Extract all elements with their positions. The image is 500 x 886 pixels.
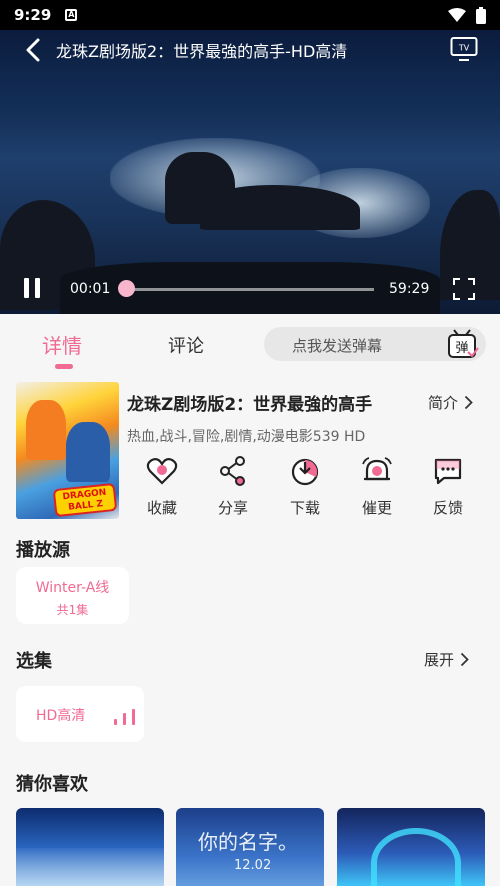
- chevron-right-icon: [464, 395, 473, 410]
- rock: [200, 185, 360, 230]
- total-time: 59:29: [389, 281, 430, 297]
- feedback-button[interactable]: 反馈: [418, 456, 478, 518]
- intro-label: 简介: [428, 394, 459, 412]
- download-icon: [291, 458, 319, 486]
- video-title: 龙珠Z剧场版2：世界最強的高手: [127, 395, 373, 415]
- video-tags: 热血,战斗,冒险,剧情,动漫电影539 HD: [127, 429, 366, 445]
- recommend-caption: 你的名字。: [198, 830, 298, 854]
- poster-logo: DRAGON BALL Z: [52, 482, 118, 518]
- back-arrow-icon: [26, 38, 40, 62]
- cast-tv-button[interactable]: TV: [450, 36, 478, 62]
- danmaku-icon: 弹: [448, 329, 479, 358]
- recommend-item[interactable]: 你的名字。 12.02: [176, 808, 324, 886]
- intro-link[interactable]: 简介: [428, 392, 473, 413]
- favorite-button[interactable]: 收藏: [132, 456, 192, 518]
- danmaku-send-button[interactable]: 弹: [444, 327, 480, 361]
- tab-indicator: [55, 364, 73, 369]
- progress-bar[interactable]: [126, 288, 374, 291]
- recommend-title: 猜你喜欢: [16, 774, 88, 795]
- status-icons: [448, 7, 486, 24]
- expand-label: 展开: [424, 651, 455, 669]
- battery-icon: [476, 7, 486, 24]
- source-count: 共1集: [56, 603, 89, 617]
- current-time: 00:01: [70, 281, 111, 297]
- share-button[interactable]: 分享: [203, 456, 263, 518]
- action-bar: 收藏 分享 下载 催更 反馈: [126, 456, 496, 518]
- urge-update-label: 催更: [361, 499, 392, 517]
- heart-icon: [146, 458, 178, 485]
- notification-icon: A: [65, 9, 78, 21]
- chevron-right-icon: [460, 652, 469, 667]
- player-title: 龙珠Z剧场版2：世界最強的高手-HD高清: [56, 42, 348, 61]
- bell-icon: [362, 457, 392, 481]
- poster-figure: [66, 422, 110, 482]
- expand-episodes-button[interactable]: 展开: [424, 649, 469, 670]
- progress-knob[interactable]: [118, 280, 135, 297]
- episode-item[interactable]: HD高清: [16, 686, 144, 742]
- danmaku-icon-text: 弹: [455, 341, 468, 356]
- status-bar: 9:29 A: [0, 0, 500, 30]
- playing-indicator-icon: [114, 709, 138, 725]
- tab-detail[interactable]: 详情: [42, 330, 82, 359]
- favorite-label: 收藏: [146, 499, 177, 517]
- feedback-icon: [434, 458, 462, 485]
- svg-text:TV: TV: [458, 44, 470, 53]
- recommend-date: 12.02: [234, 858, 272, 873]
- video-player[interactable]: 龙珠Z剧场版2：世界最強的高手-HD高清 TV 00:01 59:29: [0, 30, 500, 314]
- episodes-title: 选集: [16, 651, 52, 672]
- download-button[interactable]: 下载: [275, 456, 335, 518]
- pause-button[interactable]: [24, 278, 46, 300]
- sources-title: 播放源: [16, 540, 70, 561]
- danmaku-input[interactable]: 点我发送弹幕 弹: [264, 327, 486, 361]
- feedback-label: 反馈: [432, 499, 463, 517]
- poster-figure: [26, 400, 66, 460]
- download-label: 下载: [289, 499, 320, 517]
- tab-comments[interactable]: 评论: [168, 332, 204, 358]
- danmaku-placeholder: 点我发送弹幕: [292, 337, 383, 355]
- recommend-item[interactable]: [337, 808, 485, 886]
- pause-icon: [24, 278, 29, 298]
- source-name: Winter-A线: [35, 580, 110, 596]
- back-button[interactable]: [20, 36, 46, 64]
- fullscreen-button[interactable]: [453, 278, 475, 300]
- fullscreen-icon: [453, 278, 475, 300]
- source-item[interactable]: Winter-A线 共1集: [16, 567, 129, 624]
- wifi-icon: [448, 8, 466, 22]
- status-time: 9:29: [14, 6, 52, 24]
- share-label: 分享: [217, 499, 248, 517]
- video-poster[interactable]: DRAGON BALL Z: [16, 382, 119, 519]
- detail-panel: 详情 评论 点我发送弹幕 弹 DRAGON BALL Z 龙珠Z剧场版2：世界最…: [0, 314, 500, 886]
- episode-label: HD高清: [36, 708, 86, 724]
- tv-icon: TV: [450, 37, 478, 61]
- urge-update-button[interactable]: 催更: [347, 456, 407, 518]
- share-icon: [220, 456, 245, 486]
- recommend-item[interactable]: [16, 808, 164, 886]
